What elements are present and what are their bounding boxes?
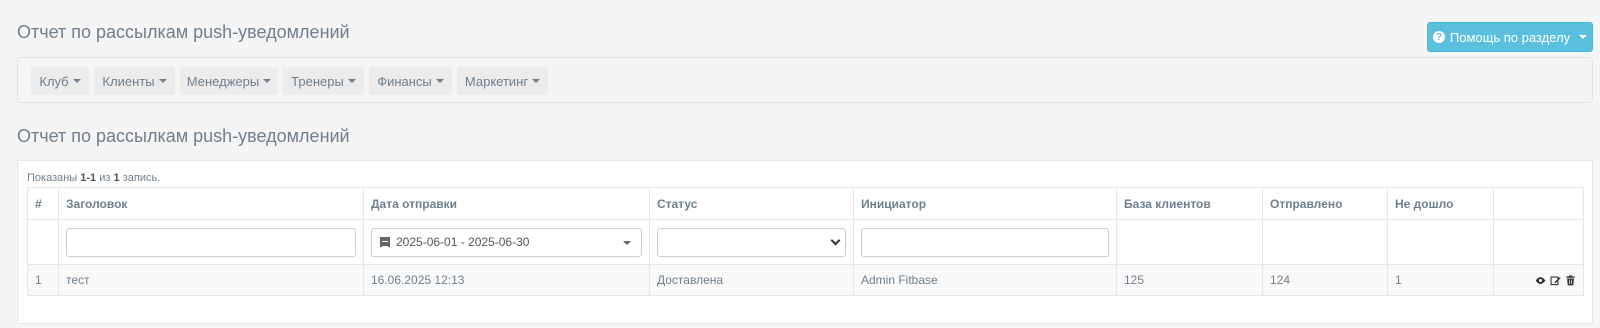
cell-client-base: 125	[1116, 264, 1263, 296]
nav-item-finance[interactable]: Финансы	[369, 67, 452, 95]
filter-cell-empty	[1262, 219, 1388, 265]
col-header-initiator[interactable]: Инициатор	[853, 187, 1117, 220]
caret-down-icon	[435, 79, 444, 83]
summary-of: из	[99, 172, 111, 184]
nav-item-label: Финансы	[377, 73, 432, 89]
cell-title: тест	[58, 264, 364, 296]
question-circle-icon: ?	[1432, 31, 1445, 43]
summary-suffix: запись.	[122, 172, 161, 184]
section-title: Отчет по рассылкам push-уведомлений	[17, 126, 350, 146]
col-header-status[interactable]: Статус	[649, 187, 854, 220]
status-filter-select[interactable]	[657, 227, 846, 257]
eye-icon[interactable]	[1535, 275, 1546, 286]
summary-prefix: Показаны	[27, 172, 78, 184]
grid-summary: Показаны 1-1 из 1 запись.	[27, 172, 160, 184]
title-filter-input[interactable]	[66, 227, 356, 257]
filter-cell-empty	[27, 219, 59, 265]
col-header-client-base[interactable]: База клиентов	[1116, 187, 1263, 220]
header-row: # Заголовок Дата отправки Статус Инициат…	[27, 187, 1584, 220]
caret-down-icon	[347, 79, 356, 83]
nav-item-label: Клиенты	[102, 73, 155, 89]
nav-item-club[interactable]: Клуб	[31, 67, 89, 95]
nav-item-label: Менеджеры	[186, 73, 260, 89]
caret-down-icon	[1579, 35, 1588, 39]
filter-cell-empty	[1116, 219, 1263, 265]
cell-failed: 1	[1387, 264, 1494, 296]
filter-cell-date: 2025-06-01 - 2025-06-30	[363, 219, 650, 265]
summary-total: 1	[113, 172, 120, 184]
cell-status: Доставлена	[649, 264, 854, 296]
col-header-date[interactable]: Дата отправки	[363, 187, 650, 220]
col-header-title[interactable]: Заголовок	[58, 187, 364, 220]
cell-num: 1	[27, 264, 59, 296]
summary-range: 1-1	[80, 172, 97, 184]
nav-item-marketing[interactable]: Маркетинг	[457, 67, 548, 95]
cell-date: 16.06.2025 12:13	[363, 264, 650, 296]
filter-row: 2025-06-01 - 2025-06-30	[27, 219, 1584, 265]
caret-down-icon	[532, 79, 541, 83]
report-table: # Заголовок Дата отправки Статус Инициат…	[27, 187, 1584, 296]
date-range-filter[interactable]: 2025-06-01 - 2025-06-30	[371, 227, 642, 257]
edit-icon[interactable]	[1550, 275, 1561, 286]
nav-item-trainers[interactable]: Тренеры	[283, 67, 364, 95]
filter-cell-title	[58, 219, 364, 265]
nav-item-label: Маркетинг	[464, 73, 529, 89]
date-range-value: 2025-06-01 - 2025-06-30	[396, 235, 530, 249]
filter-cell-initiator	[853, 219, 1117, 265]
filter-cell-empty	[1387, 219, 1494, 265]
col-header-num[interactable]: #	[27, 187, 59, 220]
nav-item-label: Тренеры	[291, 73, 344, 89]
table-row: 1 тест 16.06.2025 12:13 Доставлена Admin…	[27, 264, 1584, 296]
caret-down-icon	[263, 79, 272, 83]
page-title: Отчет по рассылкам push-уведомлений	[17, 22, 350, 42]
caret-down-icon	[623, 240, 631, 245]
trash-icon[interactable]	[1565, 274, 1576, 286]
filter-cell-empty	[1493, 219, 1584, 265]
nav-item-clients[interactable]: Клиенты	[94, 67, 175, 95]
filter-cell-status	[649, 219, 854, 265]
col-header-actions	[1493, 187, 1584, 220]
nav-item-label: Клуб	[39, 73, 69, 89]
chevron-down-icon	[830, 235, 841, 245]
nav-menu-panel: Клуб Клиенты Менеджеры Тренеры Финансы М…	[17, 57, 1593, 103]
cell-initiator: Admin Fitbase	[853, 264, 1117, 296]
help-button-label: Помощь по разделу	[1449, 29, 1571, 45]
col-header-sent[interactable]: Отправлено	[1262, 187, 1388, 220]
cell-sent: 124	[1262, 264, 1388, 296]
help-section-button[interactable]: ? Помощь по разделу	[1427, 22, 1593, 52]
col-header-failed[interactable]: Не дошло	[1387, 187, 1494, 220]
row-actions	[1501, 274, 1576, 286]
nav-item-managers[interactable]: Менеджеры	[180, 67, 278, 95]
initiator-filter-input[interactable]	[861, 227, 1109, 257]
caret-down-icon	[72, 79, 81, 83]
calendar-icon	[380, 237, 390, 247]
cell-actions	[1493, 264, 1584, 296]
caret-down-icon	[158, 79, 167, 83]
report-grid-panel: Показаны 1-1 из 1 запись. # Заголовок Да…	[17, 160, 1593, 324]
